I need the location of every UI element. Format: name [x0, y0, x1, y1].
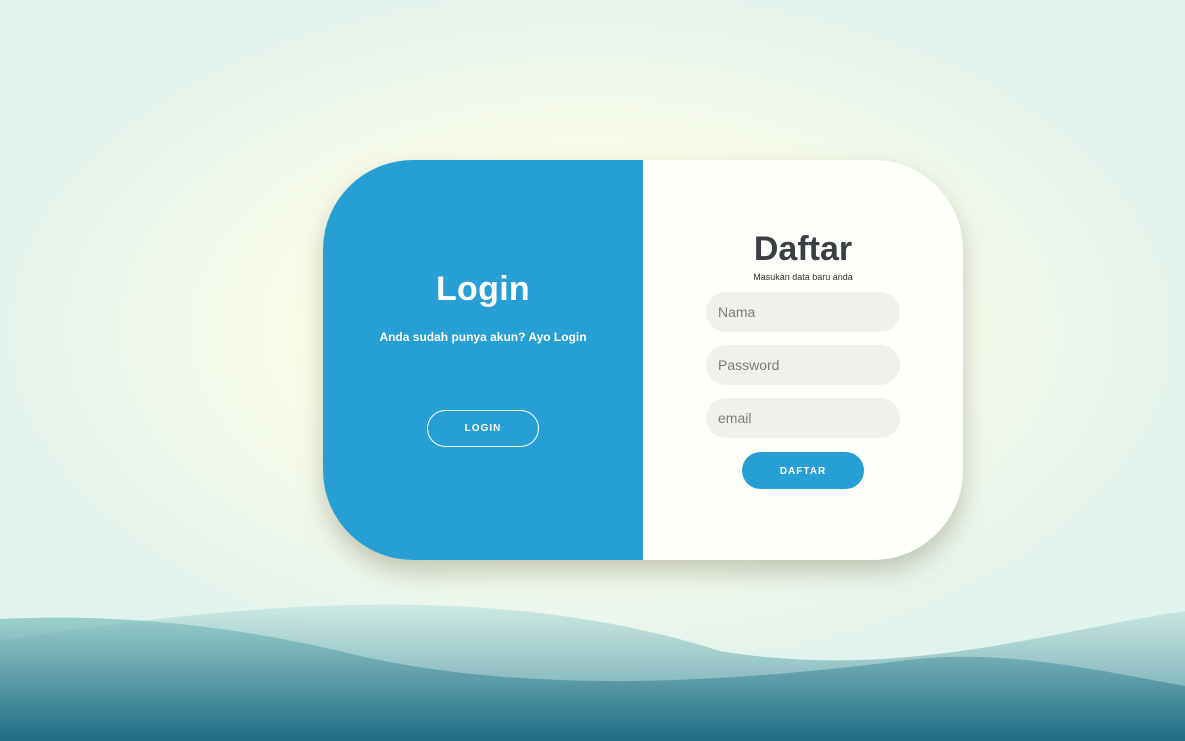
register-title: Daftar: [753, 230, 853, 268]
auth-card: Login Anda sudah punya akun? Ayo Login L…: [323, 160, 963, 560]
register-subtitle: Masukan data baru anda: [753, 272, 853, 282]
register-panel: Daftar Masukan data baru anda DAFTAR: [643, 160, 963, 560]
login-button[interactable]: LOGIN: [427, 410, 539, 447]
login-title: Login: [435, 270, 531, 308]
login-subtitle: Anda sudah punya akun? Ayo Login: [379, 330, 587, 344]
register-button[interactable]: DAFTAR: [742, 452, 864, 489]
password-input[interactable]: [706, 345, 900, 385]
login-panel: Login Anda sudah punya akun? Ayo Login L…: [323, 160, 643, 560]
email-input[interactable]: [706, 398, 900, 438]
name-input[interactable]: [706, 292, 900, 332]
background-waves: [0, 604, 1185, 741]
